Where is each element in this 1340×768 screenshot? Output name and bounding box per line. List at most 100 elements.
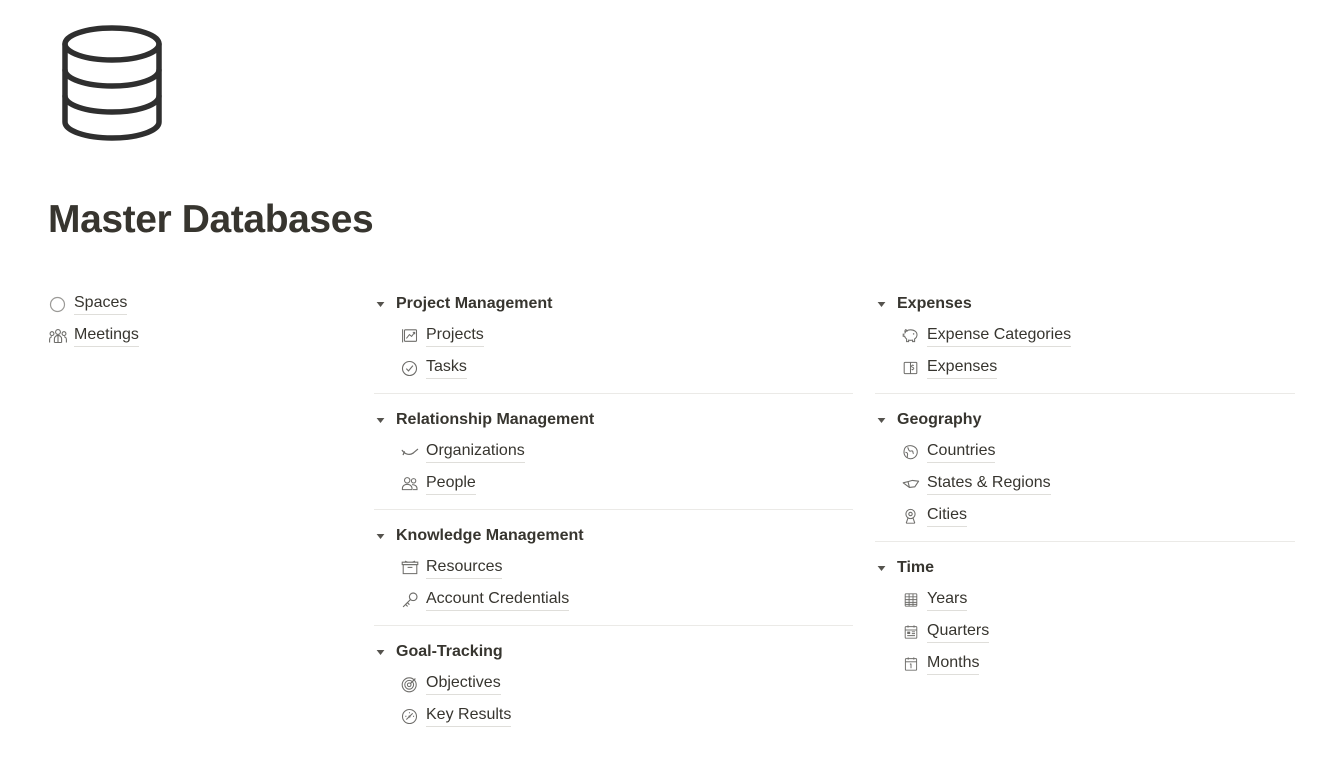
link-spaces-label: Spaces — [74, 293, 128, 315]
chevron-down-icon[interactable] — [374, 301, 396, 308]
target-bullseye-icon — [400, 675, 419, 694]
toggle-title: Expenses — [897, 295, 972, 312]
item-organizations-label: Organizations — [426, 441, 525, 463]
toggle-group-geography: Geography Countries States & Regions Cit… — [875, 404, 1295, 542]
item-years-label: Years — [927, 589, 968, 611]
toggle-group-project-management: Project Management Projects Tasks — [374, 288, 853, 394]
toggle-header-expenses[interactable]: Expenses — [875, 288, 1295, 320]
toggle-group-relationship-management: Relationship Management Organizations Pe… — [374, 404, 853, 510]
toggle-title: Time — [897, 559, 935, 576]
item-projects[interactable]: Projects — [400, 320, 853, 352]
group-divider — [374, 625, 853, 626]
item-expenses[interactable]: Expenses — [901, 352, 1295, 384]
item-states-regions[interactable]: States & Regions — [901, 468, 1295, 500]
item-months-label: Months — [927, 653, 980, 675]
toggle-header-knowledge-management[interactable]: Knowledge Management — [374, 520, 853, 552]
item-cities[interactable]: Cities — [901, 500, 1295, 532]
two-people-icon — [400, 475, 419, 494]
item-countries[interactable]: Countries — [901, 436, 1295, 468]
toggle-items: Organizations People — [374, 436, 853, 500]
item-people[interactable]: People — [400, 468, 853, 500]
item-countries-label: Countries — [927, 441, 996, 463]
item-expense-categories-label: Expense Categories — [927, 325, 1072, 347]
toggle-items: Projects Tasks — [374, 320, 853, 384]
item-years[interactable]: Years — [901, 584, 1295, 616]
chevron-down-icon[interactable] — [374, 417, 396, 424]
item-quarters-label: Quarters — [927, 621, 990, 643]
handshake-swoosh-icon — [400, 443, 419, 462]
item-expenses-label: Expenses — [927, 357, 998, 379]
database-cylinder-icon — [48, 22, 176, 150]
toggle-group-goal-tracking: Goal-Tracking Objectives Key Results — [374, 636, 853, 732]
item-expense-categories[interactable]: Expense Categories — [901, 320, 1295, 352]
toggle-items: Countries States & Regions Cities — [875, 436, 1295, 532]
column-left: Spaces Meetings — [0, 288, 337, 352]
column-middle: Project Management Projects Tasks Relati… — [337, 288, 865, 732]
link-spaces[interactable]: Spaces — [48, 288, 337, 320]
toggle-group-expenses: Expenses Expense Categories Expenses — [875, 288, 1295, 394]
toggle-header-geography[interactable]: Geography — [875, 404, 1295, 436]
item-account-credentials-label: Account Credentials — [426, 589, 570, 611]
item-quarters[interactable]: Quarters — [901, 616, 1295, 648]
link-meetings[interactable]: Meetings — [48, 320, 337, 352]
toggle-title: Geography — [897, 411, 982, 428]
item-resources[interactable]: Resources — [400, 552, 853, 584]
toggle-group-time: Time Years Quarters Months — [875, 552, 1295, 680]
chevron-down-icon[interactable] — [875, 565, 897, 572]
group-divider — [374, 509, 853, 510]
item-key-results[interactable]: Key Results — [400, 700, 853, 732]
item-people-label: People — [426, 473, 476, 495]
item-cities-label: Cities — [927, 505, 968, 527]
group-divider — [374, 393, 853, 394]
chevron-down-icon[interactable] — [875, 301, 897, 308]
toggle-header-relationship-management[interactable]: Relationship Management — [374, 404, 853, 436]
chevron-down-icon[interactable] — [875, 417, 897, 424]
calendar-quarter-icon — [901, 623, 920, 642]
item-projects-label: Projects — [426, 325, 484, 347]
item-tasks[interactable]: Tasks — [400, 352, 853, 384]
toggle-header-time[interactable]: Time — [875, 552, 1295, 584]
banknote-icon — [901, 359, 920, 378]
item-resources-label: Resources — [426, 557, 503, 579]
item-states-regions-label: States & Regions — [927, 473, 1051, 495]
check-circle-icon — [400, 359, 419, 378]
toggle-title: Relationship Management — [396, 411, 595, 428]
group-divider — [875, 393, 1295, 394]
archive-box-icon — [400, 559, 419, 578]
page-title: Master Databases — [48, 198, 374, 241]
toggle-header-project-management[interactable]: Project Management — [374, 288, 853, 320]
item-tasks-label: Tasks — [426, 357, 467, 379]
piggy-bank-icon — [901, 327, 920, 346]
gauge-icon — [400, 707, 419, 726]
circle-icon — [48, 295, 67, 314]
table-grid-icon — [901, 591, 920, 610]
toggle-title: Goal-Tracking — [396, 643, 503, 660]
toggle-items: Years Quarters Months — [875, 584, 1295, 680]
people-group-icon — [48, 327, 67, 346]
chevron-down-icon[interactable] — [374, 533, 396, 540]
link-meetings-label: Meetings — [74, 325, 139, 347]
item-months[interactable]: Months — [901, 648, 1295, 680]
region-shape-icon — [901, 475, 920, 494]
chart-frame-icon — [400, 327, 419, 346]
calendar-month-icon — [901, 655, 920, 674]
toggle-items: Resources Account Credentials — [374, 552, 853, 616]
content-columns: Spaces Meetings Project Management Proje… — [0, 288, 1340, 732]
item-key-results-label: Key Results — [426, 705, 512, 727]
item-organizations[interactable]: Organizations — [400, 436, 853, 468]
page-root: Master Databases Spaces Meetings Project… — [0, 0, 1340, 768]
chevron-down-icon[interactable] — [374, 649, 396, 656]
group-divider — [875, 541, 1295, 542]
toggle-group-knowledge-management: Knowledge Management Resources Account C… — [374, 520, 853, 626]
toggle-items: Objectives Key Results — [374, 668, 853, 732]
item-objectives-label: Objectives — [426, 673, 501, 695]
globe-map-icon — [901, 443, 920, 462]
key-icon — [400, 591, 419, 610]
column-right: Expenses Expense Categories Expenses Geo… — [865, 288, 1340, 680]
toggle-title: Project Management — [396, 295, 553, 312]
item-account-credentials[interactable]: Account Credentials — [400, 584, 853, 616]
toggle-header-goal-tracking[interactable]: Goal-Tracking — [374, 636, 853, 668]
map-pin-icon — [901, 507, 920, 526]
item-objectives[interactable]: Objectives — [400, 668, 853, 700]
toggle-title: Knowledge Management — [396, 527, 584, 544]
